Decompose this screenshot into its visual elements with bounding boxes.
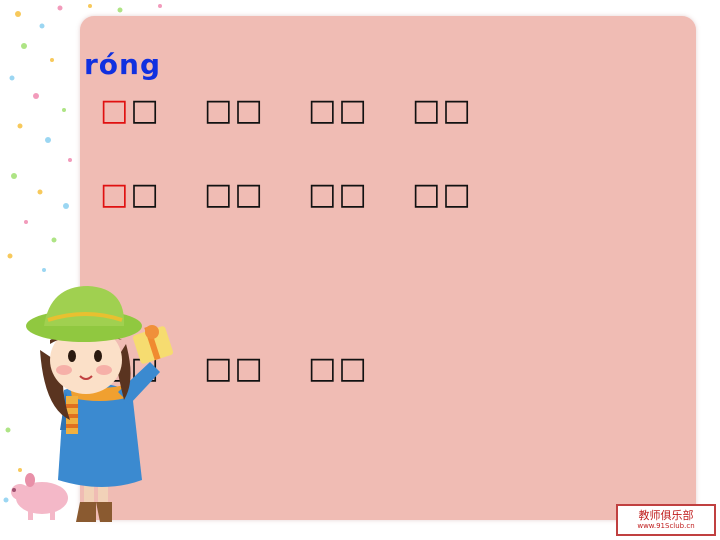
pinyin-label: róng (84, 48, 162, 81)
word-item: □□ (100, 94, 161, 128)
word-item: □□ (204, 93, 265, 128)
site-logo: 教师俱乐部 www.91Sclub.cn (616, 504, 716, 536)
word-item: □□ (204, 351, 265, 386)
word-item: □□ (308, 177, 369, 212)
word-char: □ (130, 177, 161, 212)
word-item: □□ (204, 177, 265, 212)
logo-url: www.91Sclub.cn (637, 522, 695, 530)
highlight-char: □ (100, 177, 131, 212)
highlight-char: □ (100, 93, 131, 128)
logo-title: 教师俱乐部 (638, 509, 694, 522)
word-item: □□ (412, 93, 473, 128)
word-item: □□ (100, 178, 161, 212)
word-item: □□ (308, 351, 369, 386)
word-item: □□ (412, 177, 473, 212)
word-char: □ (130, 93, 161, 128)
word-item: □□ (308, 93, 369, 128)
girl-holding-gift-illustration (11, 286, 174, 522)
